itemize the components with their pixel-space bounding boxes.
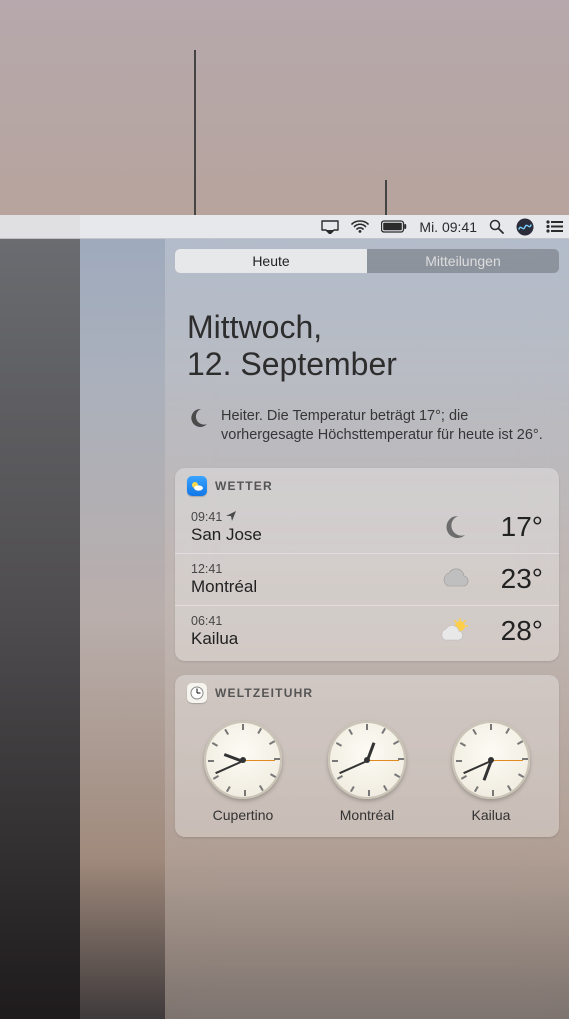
nc-tabs: Heute Mitteilungen	[175, 249, 559, 273]
weather-row[interactable]: 06:41 Kailua 28°	[175, 605, 559, 657]
weather-row[interactable]: 09:41 San Jose 17°	[175, 502, 559, 553]
clock-city-label: Cupertino	[213, 807, 274, 823]
weather-summary: Heiter. Die Temperatur beträgt 17°; die …	[165, 399, 569, 468]
weather-row-temp: 28°	[471, 615, 543, 647]
clock-column[interactable]: Cupertino	[204, 721, 282, 823]
weather-app-icon	[187, 476, 207, 496]
notification-center-panel: Heute Mitteilungen Mittwoch, 12. Septemb…	[165, 239, 569, 1019]
menubar-clock[interactable]: Mi. 09:41	[419, 219, 477, 235]
weather-row[interactable]: 12:41 Montréal 23°	[175, 553, 559, 605]
clock-column[interactable]: Montréal	[328, 721, 406, 823]
clock-city-label: Montréal	[340, 807, 394, 823]
moon-icon	[187, 407, 209, 429]
spotlight-icon[interactable]	[489, 219, 504, 234]
location-arrow-icon	[226, 510, 236, 524]
tab-notifications[interactable]: Mitteilungen	[367, 249, 559, 273]
weather-row-time: 06:41	[191, 614, 437, 628]
tab-today[interactable]: Heute	[175, 249, 367, 273]
weather-row-city: Montréal	[191, 577, 437, 597]
date-line-2: 12. September	[187, 346, 547, 383]
wifi-icon[interactable]	[351, 220, 369, 233]
battery-icon[interactable]	[381, 220, 407, 233]
clock-face	[204, 721, 282, 799]
notification-center-icon[interactable]	[546, 220, 563, 233]
clock-row: Cupertino Montréal Kailua	[175, 709, 559, 837]
weather-widget-header: WETTER	[175, 468, 559, 502]
desktop-area: Mi. 09:41 Heute Mitteilungen Mittwoch, 1…	[0, 215, 569, 1019]
weather-row-city: Kailua	[191, 629, 437, 649]
airplay-icon[interactable]	[321, 220, 339, 234]
worldclock-widget-title: WELTZEITUHR	[215, 686, 313, 700]
weather-widget-title: WETTER	[215, 479, 273, 493]
weather-condition-icon	[437, 568, 471, 590]
clock-face	[328, 721, 406, 799]
weather-widget[interactable]: WETTER 09:41 San Jose 17° 12:41 Montréal 23…	[175, 468, 559, 661]
clock-city-label: Kailua	[472, 807, 511, 823]
siri-icon[interactable]	[516, 218, 534, 236]
weather-row-time: 09:41	[191, 510, 437, 524]
weather-list: 09:41 San Jose 17° 12:41 Montréal 23° 06:41 …	[175, 502, 559, 661]
weather-row-time: 12:41	[191, 562, 437, 576]
date-heading: Mittwoch, 12. September	[165, 273, 569, 399]
weather-row-city: San Jose	[191, 525, 437, 545]
date-line-1: Mittwoch,	[187, 309, 547, 346]
weather-row-temp: 17°	[471, 511, 543, 543]
weather-condition-icon	[437, 618, 471, 644]
summary-text: Heiter. Die Temperatur beträgt 17°; die …	[221, 407, 547, 446]
clock-column[interactable]: Kailua	[452, 721, 530, 823]
worldclock-widget[interactable]: WELTZEITUHR Cupertino Montréal Kailua	[175, 675, 559, 837]
clock-face	[452, 721, 530, 799]
clock-app-icon	[187, 683, 207, 703]
weather-row-temp: 23°	[471, 563, 543, 595]
worldclock-widget-header: WELTZEITUHR	[175, 675, 559, 709]
menubar: Mi. 09:41	[0, 215, 569, 239]
weather-condition-icon	[437, 513, 471, 541]
